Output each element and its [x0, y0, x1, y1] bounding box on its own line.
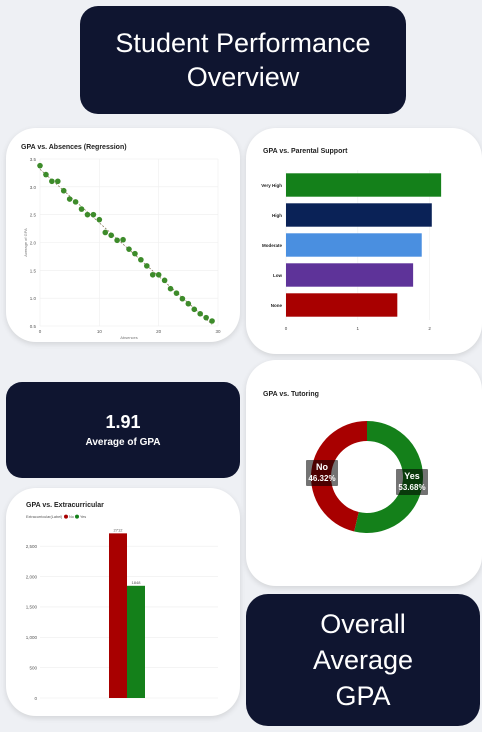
scatter-point	[37, 162, 43, 169]
y-tick-label: 500	[29, 665, 37, 670]
page-title-line2: Overview	[186, 62, 300, 92]
scatter-point	[161, 277, 168, 284]
scatter-point	[167, 285, 174, 292]
kpi-label: Average of GPA	[85, 437, 161, 448]
bar-very-high	[286, 173, 442, 197]
legend-no-label: No	[69, 515, 74, 519]
y-tick-label: 0.5	[30, 324, 37, 329]
scatter-point	[120, 236, 126, 243]
scatter-point	[72, 199, 79, 205]
scatter-point	[102, 229, 109, 236]
no-percent: 46.32%	[308, 474, 335, 483]
scatter-point	[49, 178, 55, 185]
scatter-point	[66, 196, 73, 202]
header-banner: Student Performance Overview	[80, 6, 406, 114]
x-tick-label: 2	[428, 326, 431, 331]
overall-line1: Overall	[320, 609, 406, 639]
y-tick-label: 3.5	[30, 157, 37, 162]
scatter-point	[126, 246, 132, 252]
scatter-chart: 0.5 1.0 1.5 2.0 2.5 3.0 3.5 0 10 20 30 Absences Aver…	[23, 157, 221, 340]
y-tick-label: 3.0	[30, 185, 37, 190]
category-label: Very High	[261, 183, 282, 188]
scatter-point	[197, 310, 203, 317]
x-tick-label: 0	[285, 326, 288, 331]
scatter-point	[114, 237, 120, 244]
y-tick-label: 0	[34, 696, 37, 701]
overall-line2: Average	[312, 645, 414, 675]
y-axis-label: Average of GPA	[23, 228, 28, 257]
column-yes	[127, 585, 145, 698]
category-label: Low	[273, 273, 282, 278]
scatter-point	[90, 211, 97, 218]
scatter-point	[55, 178, 61, 185]
bar-high	[286, 203, 432, 227]
bar-low	[286, 263, 414, 287]
scatter-point	[96, 216, 103, 223]
scatter-point	[60, 187, 67, 194]
legend-yes-label: Yes	[80, 515, 86, 519]
y-tick-label: 1.0	[30, 296, 37, 301]
category-label: High	[272, 213, 282, 218]
scatter-point	[209, 318, 215, 324]
no-label: No	[316, 462, 328, 472]
scatter-point	[138, 256, 144, 263]
x-tick-label: 30	[215, 329, 221, 334]
y-tick-label: 1,000	[26, 635, 38, 640]
parental-support-chart-card[interactable]: GPA vs. Parental Support 0 1 2 Very High Hig…	[246, 128, 482, 354]
page-title-line1: Student Performance	[115, 28, 371, 58]
data-label: 2712	[114, 527, 124, 532]
tutoring-donut-chart: No 46.32% Yes 53.68%	[306, 421, 428, 533]
y-tick-label: 2.5	[30, 213, 37, 218]
x-tick-label: 0	[39, 329, 42, 334]
legend-title: Extracurricular(Label)	[26, 515, 63, 519]
scatter-point	[43, 171, 49, 178]
scatter-point	[203, 314, 209, 321]
scatter-point	[185, 300, 192, 307]
legend-yes-swatch	[75, 514, 79, 519]
scatter-point	[132, 250, 138, 257]
bar-none	[286, 293, 398, 317]
scatter-point	[155, 271, 162, 278]
category-label: Moderate	[262, 243, 283, 248]
extracurricular-chart-card[interactable]: GPA vs. Extracurricular 0 500 1,000 1,500 2,…	[6, 488, 240, 716]
x-tick-label: 10	[97, 329, 103, 334]
yes-percent: 53.68%	[398, 483, 425, 492]
y-tick-label: 1.5	[30, 268, 37, 273]
x-tick-label: 1	[357, 326, 360, 331]
legend-no-swatch	[64, 514, 68, 519]
bar-moderate	[286, 233, 422, 257]
parental-support-chart: 0 1 2 Very High High Moderate Low None	[261, 170, 442, 331]
extracurricular-chart: 0 500 1,000 1,500 2,000 2,500 Extracurricular(…	[26, 514, 218, 701]
scatter-point	[179, 295, 186, 302]
scatter-chart-card[interactable]: GPA vs. Absences (Regression) 0.5 1.0 1.5 2…	[6, 128, 240, 342]
scatter-point	[191, 306, 198, 313]
tutoring-chart-card[interactable]: GPA vs. Tutoring No 46.32% Yes 53.68%	[246, 360, 482, 586]
y-tick-label: 1,500	[26, 605, 38, 610]
column-no	[109, 533, 127, 698]
yes-label: Yes	[404, 471, 420, 481]
overall-line3: GPA	[335, 681, 391, 711]
kpi-card: 1.91 Average of GPA	[6, 382, 240, 478]
x-tick-label: 20	[156, 329, 162, 334]
scatter-point	[108, 232, 114, 239]
kpi-value: 1.91	[105, 412, 141, 432]
y-tick-label: 2,000	[26, 574, 38, 579]
scatter-point	[149, 271, 156, 278]
y-tick-label: 2.0	[30, 241, 37, 246]
overall-average-gpa-card: Overall Average GPA	[246, 594, 480, 726]
scatter-point	[84, 211, 91, 218]
category-label: None	[271, 303, 283, 308]
scatter-point	[144, 263, 150, 269]
scatter-point	[78, 206, 85, 212]
data-label: 1848	[132, 580, 142, 585]
x-axis-label: Absences	[120, 335, 138, 340]
scatter-point	[173, 290, 180, 296]
y-tick-label: 2,500	[26, 544, 38, 549]
